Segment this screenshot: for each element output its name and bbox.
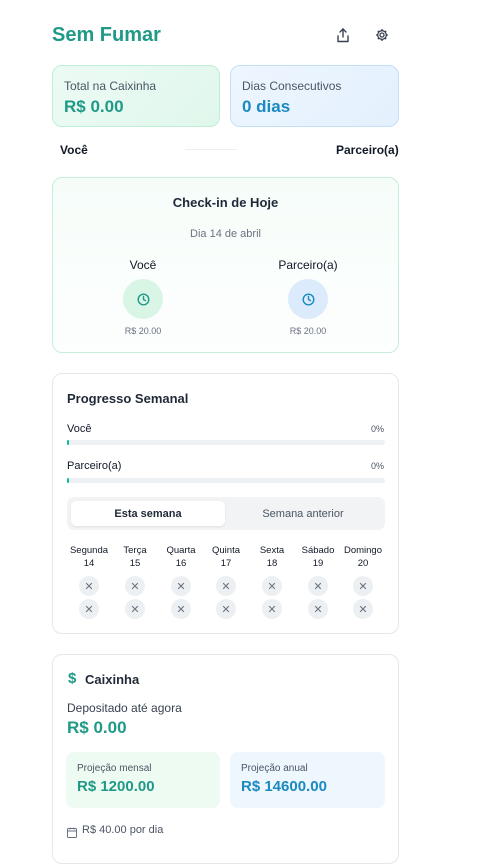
streak-value: 0 dias [242, 97, 291, 116]
day-name: Domingo [343, 545, 383, 556]
checkin-you-label: Você [129, 258, 157, 272]
deposited-value: R$ 0.00 [67, 718, 127, 737]
annual-label: Projeção anual [241, 763, 308, 774]
streak-label: Dias Consecutivos [242, 79, 342, 93]
day-status-you: ✕ [216, 576, 236, 596]
week-tabs: Esta semana Semana anterior [67, 497, 385, 530]
day-status-partner: ✕ [171, 599, 191, 619]
day-number: 20 [357, 558, 369, 569]
weekly-you-pct: 0% [370, 424, 384, 434]
user-you-label: Você [60, 143, 88, 157]
day-status-you: ✕ [262, 576, 282, 596]
checkin-partner-amount: R$ 20.00 [289, 326, 327, 336]
day-status-partner: ✕ [308, 599, 328, 619]
weekly-partner-pct: 0% [370, 461, 384, 471]
checkin-partner-button[interactable] [288, 279, 328, 319]
total-value: R$ 0.00 [64, 97, 124, 116]
caixinha-card: $ Caixinha Depositado até agora R$ 0.00 … [52, 654, 399, 864]
per-day-text: R$ 40.00 por dia [82, 824, 164, 836]
annual-value: R$ 14600.00 [241, 778, 327, 795]
weekly-partner-bar-fill [67, 478, 69, 483]
calendar-icon [67, 825, 77, 843]
share-icon[interactable] [332, 24, 354, 46]
day-status-you: ✕ [125, 576, 145, 596]
weekly-partner-label: Parceiro(a) [67, 460, 122, 472]
weekly-partner-bar [67, 478, 385, 483]
weekly-title: Progresso Semanal [67, 391, 189, 406]
day-status-partner: ✕ [262, 599, 282, 619]
caixinha-title: Caixinha [85, 672, 140, 687]
day-status-you: ✕ [353, 576, 373, 596]
monthly-projection: Projeção mensal R$ 1200.00 [66, 752, 220, 808]
annual-projection: Projeção anual R$ 14600.00 [230, 752, 385, 808]
total-card: Total na Caixinha R$ 0.00 [52, 65, 220, 127]
day-status-you: ✕ [79, 576, 99, 596]
streak-card: Dias Consecutivos 0 dias [230, 65, 399, 127]
total-label: Total na Caixinha [64, 79, 157, 93]
day-status-you: ✕ [171, 576, 191, 596]
weekly-you-label: Você [67, 423, 92, 435]
clock-icon [301, 292, 315, 306]
checkin-title: Check-in de Hoje [172, 195, 279, 210]
users-divider [185, 149, 237, 150]
weekly-you-bar-fill [67, 440, 69, 445]
day-status-you: ✕ [308, 576, 328, 596]
monthly-value: R$ 1200.00 [77, 778, 155, 795]
day-status-partner: ✕ [79, 599, 99, 619]
checkin-you-amount: R$ 20.00 [124, 326, 162, 336]
user-partner-label: Parceiro(a) [336, 143, 399, 157]
tab-this-week[interactable]: Esta semana [71, 501, 225, 526]
day-status-partner: ✕ [353, 599, 373, 619]
checkin-partner-label: Parceiro(a) [278, 258, 338, 272]
deposited-label: Depositado até agora [67, 701, 182, 715]
checkin-you-button[interactable] [123, 279, 163, 319]
gear-icon[interactable] [371, 24, 393, 46]
checkin-day: Dia 14 de abril [190, 228, 261, 240]
dollar-icon: $ [68, 670, 77, 687]
day-status-partner: ✕ [125, 599, 145, 619]
checkin-card: Check-in de Hoje Dia 14 de abril Você R$… [52, 177, 399, 353]
monthly-label: Projeção mensal [77, 763, 152, 774]
day-status-partner: ✕ [216, 599, 236, 619]
weekly-you-bar [67, 440, 385, 445]
weekly-card: Progresso Semanal Você 0% Parceiro(a) 0%… [52, 373, 399, 634]
tab-last-week[interactable]: Semana anterior [225, 501, 381, 526]
page-title: Sem Fumar [52, 24, 161, 46]
clock-icon [136, 292, 150, 306]
